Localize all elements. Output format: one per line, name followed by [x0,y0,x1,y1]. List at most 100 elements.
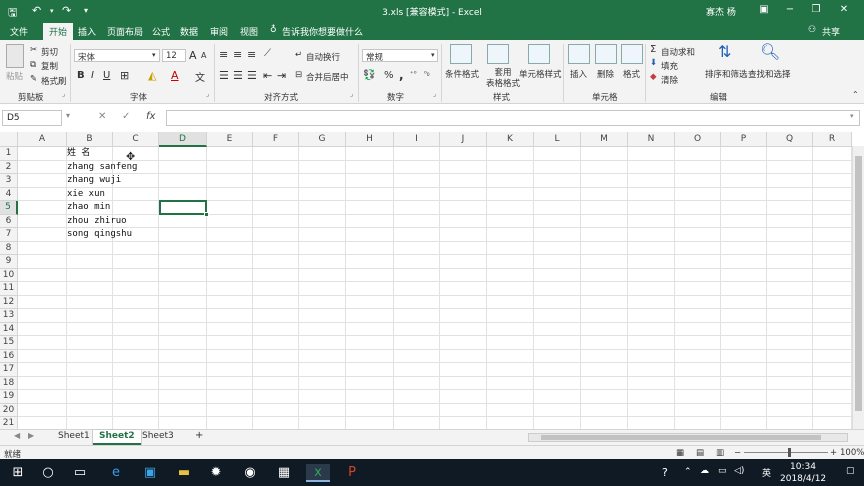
chevron-down-icon[interactable]: ▾ [431,51,435,59]
app-icon[interactable]: ▣ [138,464,162,482]
column-header-p[interactable]: P [721,132,767,147]
align-center-icon[interactable]: ☰ [233,69,243,82]
dialog-launcher-icon[interactable]: ⌟ [62,90,65,98]
column-header-a[interactable]: A [18,132,67,147]
zoom-level[interactable]: 100% [840,448,864,458]
column-header-j[interactable]: J [440,132,487,147]
close-icon[interactable]: ✕ [834,4,854,15]
currency-icon[interactable]: 💱 [363,70,375,81]
fill-icon[interactable]: ⬇ [650,58,657,68]
share-icon[interactable]: ⚇ [808,25,816,35]
row-header-5[interactable]: 5 [0,201,18,215]
font-color-icon[interactable]: A [171,69,179,82]
column-header-o[interactable]: O [675,132,721,147]
autosum-icon[interactable]: Σ [650,44,656,55]
cut-button[interactable]: 剪切 [41,46,58,58]
column-header-c[interactable]: C [113,132,159,147]
active-cell-selection[interactable] [159,200,209,217]
worksheet-grid[interactable]: ABCDEFGHIJKLMNOPQR 1 2 3 4 5 6 7 8 9 10 11 12 13 14 15… [0,132,864,431]
row-header-4[interactable]: 4 [0,187,18,201]
search-icon[interactable]: ○ [36,464,60,482]
column-header-k[interactable]: K [487,132,534,147]
column-header-g[interactable]: G [299,132,346,147]
clock-date[interactable]: 2018/4/12 [780,474,826,484]
name-box[interactable]: D5 [2,110,62,126]
find-select-icon[interactable]: 🔍︎ [760,42,780,61]
row-header-7[interactable]: 7 [0,228,18,242]
row-header-2[interactable]: 2 [0,160,18,174]
column-header-b[interactable]: B [67,132,113,147]
excel-icon[interactable]: x [306,464,330,482]
border-icon[interactable]: ⊞ [120,69,129,82]
font-name-select[interactable]: 宋体 [74,49,160,63]
percent-button[interactable]: % [384,70,394,81]
network-icon[interactable]: ▭ [718,466,727,476]
tab-data[interactable]: 数据 [180,25,198,38]
align-left-icon[interactable]: ☰ [219,69,229,82]
dialog-launcher-icon[interactable]: ⌟ [350,90,353,98]
add-sheet-button[interactable]: + [189,429,209,444]
normal-view-icon[interactable]: ▦ [676,448,684,458]
cut-icon[interactable]: ✂ [30,45,37,55]
fill-color-icon[interactable]: ◭ [148,69,156,82]
row-header-19[interactable]: 19 [0,390,18,404]
column-header-f[interactable]: F [253,132,299,147]
fill-button[interactable]: 填充 [661,60,678,72]
number-format-select[interactable]: 常规 [362,49,438,63]
tray-up-icon[interactable]: ⌃ [684,467,692,477]
maximize-icon[interactable]: ❐ [806,4,826,15]
vertical-scrollbar[interactable] [852,146,864,429]
dialog-launcher-icon[interactable]: ⌟ [433,90,436,98]
edge-icon[interactable]: e [104,464,128,482]
column-header-e[interactable]: E [207,132,253,147]
row-header-20[interactable]: 20 [0,403,18,417]
decrease-decimal-icon[interactable]: ⁰₀ [424,70,430,78]
row-header-17[interactable]: 17 [0,363,18,377]
volume-icon[interactable]: ◁) [734,466,744,476]
wrap-text-button[interactable]: 自动换行 [306,51,340,63]
sheet-tab-sheet3[interactable]: Sheet3 [136,430,180,445]
tab-file[interactable]: 文件 [10,25,28,38]
scrollbar-thumb[interactable] [855,156,862,411]
column-header-d[interactable]: D [159,132,207,147]
column-header-n[interactable]: N [628,132,675,147]
format-painter-icon[interactable]: ✎ [30,74,37,84]
paste-button[interactable]: 粘贴 [6,70,23,82]
help-icon[interactable]: ? [662,466,668,479]
shrink-font-icon[interactable]: A [201,51,206,60]
row-header-13[interactable]: 13 [0,309,18,323]
page-break-view-icon[interactable]: ▥ [716,448,724,458]
row-header-15[interactable]: 15 [0,336,18,350]
formula-input[interactable] [166,110,860,126]
format-painter-button[interactable]: 格式刷 [41,75,67,87]
conditional-format-icon[interactable] [450,44,472,64]
row-header-8[interactable]: 8 [0,241,18,255]
row-header-6[interactable]: 6 [0,214,18,228]
row-header-3[interactable]: 3 [0,174,18,188]
merge-icon[interactable]: ⊟ [295,70,302,80]
tab-home[interactable]: 开始 [43,23,74,40]
row-header-11[interactable]: 11 [0,282,18,296]
explorer-icon[interactable]: ▬ [172,464,196,482]
delete-cells-button[interactable]: 删除 [597,68,614,80]
align-bottom-icon[interactable]: ≡ [247,48,256,61]
merge-center-button[interactable]: 合并后居中 [306,71,349,83]
sheet-tab-sheet2[interactable]: Sheet2 [93,430,141,445]
format-cells-icon[interactable] [621,44,643,64]
table-format-button[interactable]: 套用 表格格式 [486,68,520,90]
paste-icon[interactable] [6,44,24,68]
zoom-in-icon[interactable]: + [830,448,837,458]
chevron-down-icon[interactable]: ▾ [152,51,156,59]
minimize-icon[interactable]: − [780,4,800,15]
column-header-h[interactable]: H [346,132,394,147]
delete-cells-icon[interactable] [595,44,617,64]
row-header-12[interactable]: 12 [0,295,18,309]
orientation-icon[interactable]: ⟋ [264,48,271,59]
sort-filter-button[interactable]: 排序和筛选 [705,68,748,80]
column-header-i[interactable]: I [394,132,440,147]
share-button[interactable]: 共享 [822,25,840,38]
cell-b7[interactable]: song qingshu [67,228,132,242]
align-top-icon[interactable]: ≡ [219,48,228,61]
cloud-icon[interactable]: ☁ [700,466,709,476]
chevron-down-icon[interactable]: ▾ [66,111,70,120]
